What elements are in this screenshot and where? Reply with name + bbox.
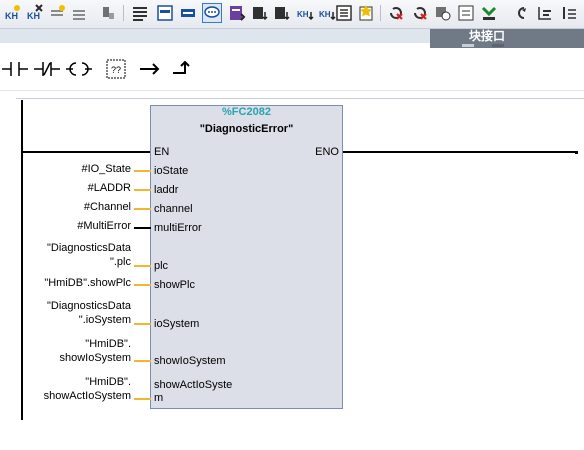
open-all-icon[interactable]: KH <box>296 3 316 23</box>
empty-box-label: ?? <box>111 65 121 75</box>
block-name: "DiagnosticError" <box>199 123 294 135</box>
pin-channel[interactable]: channel <box>154 203 193 215</box>
pin-multierror[interactable]: multiError <box>154 222 202 234</box>
monitor-icon[interactable] <box>356 3 376 23</box>
empty-box-icon[interactable]: ?? <box>103 56 129 82</box>
pin-en[interactable]: EN <box>154 146 169 158</box>
add-row-icon[interactable] <box>70 3 90 23</box>
block-interface-label[interactable]: 块接口 <box>469 29 505 43</box>
pin-laddr[interactable]: laddr <box>154 184 178 196</box>
wire-showactiosystem <box>134 398 151 400</box>
expand-icon[interactable] <box>250 3 270 23</box>
pin-iosystem[interactable]: ioSystem <box>154 318 199 330</box>
undo-icon[interactable] <box>510 3 530 23</box>
wire-channel <box>134 208 151 210</box>
arg-showactiosystem-line2[interactable]: showActIoSystem <box>44 390 131 402</box>
open-branch-icon[interactable] <box>137 56 163 82</box>
reset-icon[interactable] <box>386 3 406 23</box>
en-connection <box>22 151 151 153</box>
arg-plc-line1[interactable]: "DiagnosticsData <box>47 242 131 254</box>
splitter-handle[interactable] <box>462 44 474 47</box>
block-interface-header[interactable] <box>430 29 584 48</box>
step-icon[interactable] <box>98 3 118 23</box>
arg-showplc[interactable]: "HmiDB".showPlc <box>44 277 131 289</box>
expand-handle[interactable] <box>492 44 504 47</box>
svg-text:KH: KH <box>27 11 40 21</box>
wire-plc <box>134 265 151 267</box>
pin-showiosystem[interactable]: showIoSystem <box>154 355 226 367</box>
delete-network-icon[interactable]: KH <box>25 3 45 23</box>
collapse-icon[interactable] <box>272 3 292 23</box>
symbol-info-icon[interactable] <box>178 3 198 23</box>
arg-showiosystem-line1[interactable]: "HmiDB". <box>85 338 131 350</box>
network-top-border <box>16 98 584 99</box>
svg-text:KH: KH <box>5 11 18 21</box>
power-rail <box>21 100 23 420</box>
tree-icon[interactable] <box>560 3 580 23</box>
arg-plc-line2[interactable]: ".plc <box>110 256 131 268</box>
wire-showiosystem <box>134 360 151 362</box>
go-to-icon[interactable] <box>334 3 354 23</box>
download-icon[interactable] <box>479 3 499 23</box>
pin-showplc[interactable]: showPlc <box>154 279 195 291</box>
insert-row-icon[interactable] <box>48 3 68 23</box>
wire-iosystem <box>134 323 151 325</box>
arg-channel[interactable]: #Channel <box>84 201 131 213</box>
watch-icon[interactable] <box>456 3 476 23</box>
rung-end-marker <box>575 151 578 154</box>
pin-iostate[interactable]: ioState <box>154 165 188 177</box>
eno-connection <box>342 151 576 153</box>
display-icon[interactable] <box>433 3 453 23</box>
arg-showiosystem-line2[interactable]: showIoSystem <box>59 352 131 364</box>
favorites-icon[interactable] <box>227 3 247 23</box>
list-icon[interactable] <box>535 3 555 23</box>
pin-plc[interactable]: plc <box>154 260 168 272</box>
svg-text:KH: KH <box>319 10 331 19</box>
arg-iostate[interactable]: #IO_State <box>81 163 131 175</box>
modify-icon[interactable] <box>410 3 430 23</box>
arg-laddr[interactable]: #LADDR <box>88 182 131 194</box>
svg-text:KH: KH <box>297 10 309 19</box>
wire-multierror <box>134 227 151 229</box>
insert-network-icon[interactable]: KH <box>3 3 23 23</box>
editor-toolbar: KH KH KH KH <box>0 0 584 29</box>
arg-iosystem-line1[interactable]: "DiagnosticsData <box>47 300 131 312</box>
pin-eno[interactable]: ENO <box>315 146 339 158</box>
arg-multierror[interactable]: #MultiError <box>77 220 131 232</box>
output-coil-icon[interactable] <box>66 56 92 82</box>
wire-showplc <box>134 284 151 286</box>
wire-laddr <box>134 189 151 191</box>
comment-icon[interactable] <box>202 3 222 23</box>
pin-showactiosystem-line1[interactable]: showActIoSyste <box>154 379 232 391</box>
ladder-network: %FC2082 "DiagnosticError" EN ioState lad… <box>0 92 584 450</box>
arg-showactiosystem-line1[interactable]: "HmiDB". <box>85 376 131 388</box>
arg-iosystem-line2[interactable]: ".ioSystem <box>79 314 131 326</box>
close-branch-icon[interactable] <box>170 56 196 82</box>
normally-open-contact-icon[interactable] <box>2 56 28 82</box>
wire-iostate <box>134 170 151 172</box>
symbolic-view-icon[interactable] <box>155 3 175 23</box>
pin-showactiosystem-line2[interactable]: m <box>154 392 163 404</box>
instruction-palette: ?? <box>0 52 584 91</box>
absolute-view-icon[interactable] <box>130 3 150 23</box>
function-block[interactable]: %FC2082 "DiagnosticError" EN ioState lad… <box>150 105 343 409</box>
block-instance-number: %FC2082 <box>222 106 271 118</box>
normally-closed-contact-icon[interactable] <box>34 56 60 82</box>
